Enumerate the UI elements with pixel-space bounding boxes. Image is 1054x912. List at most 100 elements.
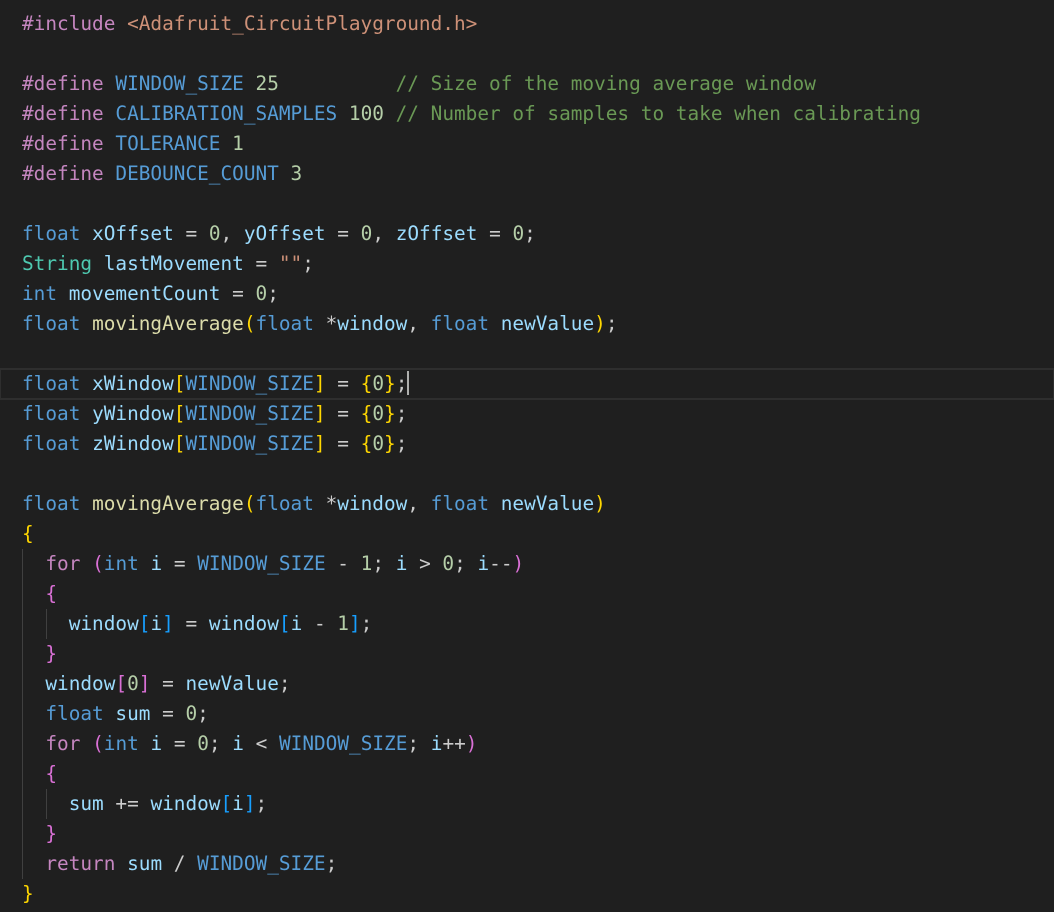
code-line[interactable]: int movementCount = 0; (22, 279, 1054, 309)
code-token: , (220, 222, 244, 245)
code-token: 0 (442, 552, 455, 575)
code-line[interactable]: { (22, 519, 1054, 549)
code-token: zOffset (395, 222, 478, 245)
code-token: return (45, 852, 116, 875)
code-line[interactable]: #include <Adafruit_CircuitPlayground.h> (22, 9, 1054, 39)
code-line[interactable]: float sum = 0; (22, 699, 1054, 729)
code-token: int (103, 552, 139, 575)
code-line[interactable]: float movingAverage(float *window, float… (22, 489, 1054, 519)
code-token: float (22, 312, 81, 335)
code-editor[interactable]: #include <Adafruit_CircuitPlayground.h>​… (0, 0, 1054, 912)
code-line[interactable]: } (22, 879, 1054, 909)
code-token: String (22, 252, 93, 275)
code-token: WINDOW_SIZE (197, 852, 326, 875)
code-token: float (430, 492, 490, 515)
code-token: window (208, 612, 279, 635)
code-token: newValue (185, 672, 279, 695)
code-token: ( (243, 312, 256, 335)
code-token: 3 (290, 162, 303, 185)
code-token: > (407, 552, 443, 575)
code-token: float (22, 492, 81, 515)
code-line[interactable]: sum += window[i]; (22, 789, 1054, 819)
code-token: movingAverage (92, 312, 244, 335)
code-token: yOffset (243, 222, 326, 245)
code-token: = (325, 372, 361, 395)
code-line[interactable]: #define CALIBRATION_SAMPLES 100 // Numbe… (22, 99, 1054, 129)
code-line[interactable]: float movingAverage(float *window, float… (22, 309, 1054, 339)
code-token: ] (162, 612, 174, 635)
code-token: ] (313, 432, 326, 455)
code-line[interactable]: ​ (22, 189, 1054, 219)
code-token: < (243, 732, 279, 755)
code-token: 0 (372, 372, 384, 395)
code-token: ] (313, 402, 326, 425)
code-token: ] (243, 792, 256, 815)
code-token: [ (138, 612, 151, 635)
code-token: 0 (360, 222, 373, 245)
code-token: i (150, 552, 163, 575)
code-token: ; (605, 312, 618, 335)
code-token: ) (594, 492, 606, 515)
code-token: - (302, 612, 338, 635)
code-token: = (477, 222, 513, 245)
code-line[interactable]: float xWindow[WINDOW_SIZE] = {0}; (0, 368, 1054, 400)
code-line[interactable]: } (22, 819, 1054, 849)
code-token: ; (360, 612, 373, 635)
code-line[interactable]: for (int i = 0; i < WINDOW_SIZE; i++) (22, 729, 1054, 759)
code-line[interactable]: #define TOLERANCE 1 (22, 129, 1054, 159)
code-line[interactable]: { (22, 759, 1054, 789)
code-lines[interactable]: #include <Adafruit_CircuitPlayground.h>​… (0, 9, 1054, 909)
code-token: += (103, 792, 151, 815)
code-line[interactable]: float zWindow[WINDOW_SIZE] = {0}; (22, 429, 1054, 459)
code-line[interactable]: window[i] = window[i - 1]; (22, 609, 1054, 639)
code-token: movementCount (68, 282, 221, 305)
code-token: = (150, 672, 186, 695)
code-token: = (150, 702, 186, 725)
code-token: [ (115, 672, 128, 695)
code-token: ] (313, 372, 326, 395)
code-token: , (372, 222, 396, 245)
code-token: 0 (255, 282, 268, 305)
code-token: float (255, 492, 314, 515)
code-token: yWindow (92, 402, 174, 425)
code-line[interactable]: ​ (22, 339, 1054, 369)
code-line[interactable]: float yWindow[WINDOW_SIZE] = {0}; (22, 399, 1054, 429)
code-line[interactable]: } (22, 639, 1054, 669)
code-token: ) (465, 732, 478, 755)
code-token: } (384, 402, 396, 425)
code-line[interactable]: for (int i = WINDOW_SIZE - 1; i > 0; i--… (22, 549, 1054, 579)
code-token: = (173, 222, 209, 245)
code-token: = (325, 432, 361, 455)
code-line[interactable]: String lastMovement = ""; (22, 249, 1054, 279)
code-token: i (232, 732, 244, 755)
code-token: -- (489, 552, 513, 575)
code-token: [ (220, 792, 233, 815)
code-line[interactable]: ​ (22, 459, 1054, 489)
code-token: WINDOW_SIZE (185, 402, 314, 425)
code-token: movingAverage (92, 492, 244, 515)
code-token: = (162, 732, 198, 755)
code-line[interactable]: window[0] = newValue; (22, 669, 1054, 699)
code-line[interactable]: float xOffset = 0, yOffset = 0, zOffset … (22, 219, 1054, 249)
code-token: #define (22, 132, 116, 155)
code-token: , (407, 312, 431, 335)
code-line[interactable]: #define WINDOW_SIZE 25 // Size of the mo… (22, 69, 1054, 99)
code-line[interactable]: { (22, 579, 1054, 609)
code-token: } (384, 372, 396, 395)
code-token: 1 (360, 552, 373, 575)
code-line[interactable]: ​ (22, 39, 1054, 69)
code-line[interactable]: #define DEBOUNCE_COUNT 3 (22, 159, 1054, 189)
code-line[interactable]: return sum / WINDOW_SIZE; (22, 849, 1054, 879)
